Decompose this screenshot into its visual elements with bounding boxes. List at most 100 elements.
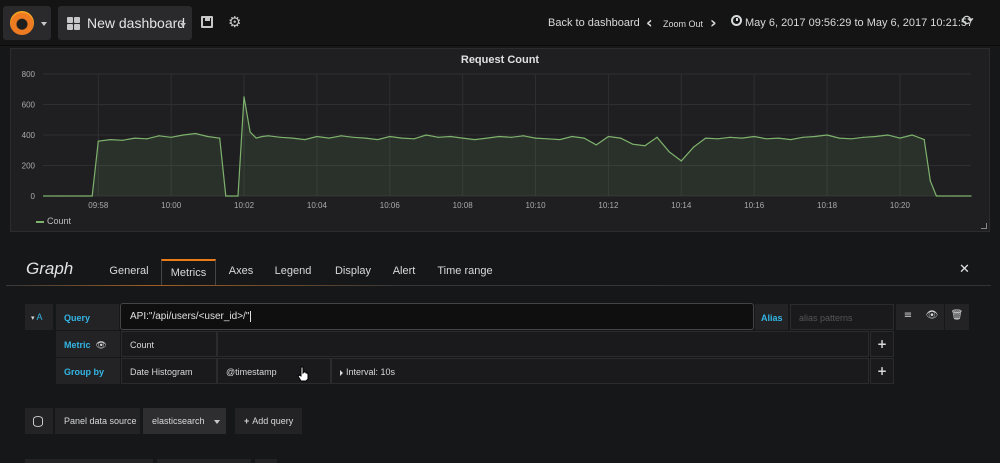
tab-legend[interactable]: Legend xyxy=(268,259,318,285)
data-point xyxy=(61,195,63,197)
data-point xyxy=(777,137,780,139)
data-point xyxy=(182,134,184,136)
add-metric-icon[interactable]: + xyxy=(870,331,894,357)
database-icon xyxy=(33,416,43,427)
x-tick-label: 10:10 xyxy=(526,201,547,210)
data-point xyxy=(267,135,269,137)
eye-icon[interactable]: 👁 xyxy=(920,304,944,330)
metric-label: Metric xyxy=(64,340,91,350)
data-point xyxy=(814,135,816,138)
back-to-dashboard-link[interactable]: Back to dashboard xyxy=(548,17,640,29)
query-input[interactable]: API:"/api/users/<user_id>/" xyxy=(120,303,754,330)
group-by-type-select[interactable]: Date Histogram xyxy=(121,358,217,384)
y-tick-label: 600 xyxy=(22,101,36,110)
refresh-icon[interactable]: ⟳ xyxy=(962,13,974,29)
data-point xyxy=(170,136,172,138)
data-point xyxy=(929,180,931,182)
tab-display[interactable]: Display xyxy=(328,259,378,285)
data-point xyxy=(364,137,367,139)
query-ref-toggle[interactable]: ▾ A xyxy=(25,304,53,330)
dashboard-picker-button[interactable]: New dashboard xyxy=(58,6,192,40)
data-point xyxy=(595,144,597,146)
query-text: API:"/api/users/<user_id>/" xyxy=(130,311,250,322)
metric-label-cell: Metric 👁 xyxy=(56,331,120,357)
data-point xyxy=(109,138,112,141)
grafana-logo-icon xyxy=(10,11,34,35)
clock-icon xyxy=(731,15,742,26)
trash-icon[interactable]: 🗑 xyxy=(945,304,969,330)
data-point xyxy=(261,135,263,138)
data-point xyxy=(534,137,537,139)
bottom-stub xyxy=(25,459,153,463)
eye-icon[interactable]: 👁 xyxy=(96,340,107,350)
interval-options[interactable]: Interval: 10s xyxy=(331,358,869,384)
query-ref-id: A xyxy=(36,312,43,322)
gear-icon[interactable]: ⚙ xyxy=(228,13,241,31)
data-point xyxy=(607,135,610,138)
x-tick-label: 10:04 xyxy=(307,201,328,210)
panel-resize-handle[interactable] xyxy=(981,223,987,229)
data-point xyxy=(911,134,913,136)
data-point xyxy=(935,195,937,197)
group-by-field-select[interactable]: @timestamp xyxy=(217,358,331,384)
data-point xyxy=(923,138,925,141)
tabs-divider-highlight xyxy=(6,285,991,286)
chevron-right-icon[interactable]: › xyxy=(710,13,717,32)
data-point xyxy=(237,195,239,197)
time-range-picker[interactable]: May 6, 2017 09:56:29 to May 6, 2017 10:2… xyxy=(745,17,973,29)
graph-panel[interactable]: Request Count 800 600 400 200 0 09:58 10:00 10:… xyxy=(10,48,990,232)
chevron-left-icon[interactable]: ‹ xyxy=(646,13,653,32)
data-point xyxy=(206,135,209,138)
data-point xyxy=(158,135,160,137)
caret-right-icon xyxy=(340,369,343,376)
alias-input[interactable]: alias patterns xyxy=(790,304,894,330)
y-tick-label: 200 xyxy=(22,162,36,171)
x-tick-label: 10:20 xyxy=(890,201,911,210)
data-point xyxy=(449,135,452,138)
y-tick-label: 800 xyxy=(22,70,36,79)
data-point xyxy=(340,135,342,137)
data-point xyxy=(632,143,634,145)
top-navbar: New dashboard ⚙ Back to dashboard ‹ Zoom… xyxy=(0,0,1000,46)
metric-type-select[interactable]: Count xyxy=(121,331,217,357)
data-point xyxy=(498,135,500,138)
zoom-out-button[interactable]: Zoom Out xyxy=(663,19,703,29)
grafana-menu-button[interactable] xyxy=(3,6,51,40)
data-point xyxy=(279,136,282,138)
x-tick-label: 10:00 xyxy=(161,201,182,210)
add-group-by-icon[interactable]: + xyxy=(870,358,894,384)
group-by-label: Group by xyxy=(56,358,120,384)
data-point xyxy=(656,136,658,138)
data-point xyxy=(316,135,318,138)
data-point xyxy=(619,137,622,139)
save-icon[interactable] xyxy=(201,16,213,28)
data-point xyxy=(85,195,87,197)
legend-item[interactable]: Count xyxy=(36,216,71,226)
caret-down-icon xyxy=(214,420,220,424)
x-tick-label: 10:08 xyxy=(453,201,474,210)
close-editor-icon[interactable]: ✕ xyxy=(959,262,970,277)
data-point xyxy=(970,195,972,197)
data-point xyxy=(704,137,707,139)
data-point xyxy=(765,138,767,140)
menu-icon[interactable]: ≡ xyxy=(896,304,920,330)
data-point xyxy=(862,136,865,138)
data-point xyxy=(134,137,136,139)
query-label: Query xyxy=(56,304,119,330)
data-point xyxy=(377,138,379,141)
data-point xyxy=(547,138,549,140)
editor-title: Graph xyxy=(26,259,74,278)
text-caret xyxy=(250,311,252,322)
add-query-button[interactable]: + Add query xyxy=(235,408,302,434)
bottom-stub xyxy=(255,459,277,463)
data-point xyxy=(121,139,124,141)
tab-general[interactable]: General xyxy=(100,259,158,285)
data-point xyxy=(850,138,852,140)
tab-metrics[interactable]: Metrics xyxy=(161,259,216,285)
data-point xyxy=(887,134,889,136)
y-tick-label: 0 xyxy=(31,192,36,201)
tab-alert[interactable]: Alert xyxy=(386,259,422,285)
tab-time-range[interactable]: Time range xyxy=(434,259,496,285)
data-source-select[interactable]: elasticsearch xyxy=(143,408,226,434)
tab-axes[interactable]: Axes xyxy=(220,259,262,285)
